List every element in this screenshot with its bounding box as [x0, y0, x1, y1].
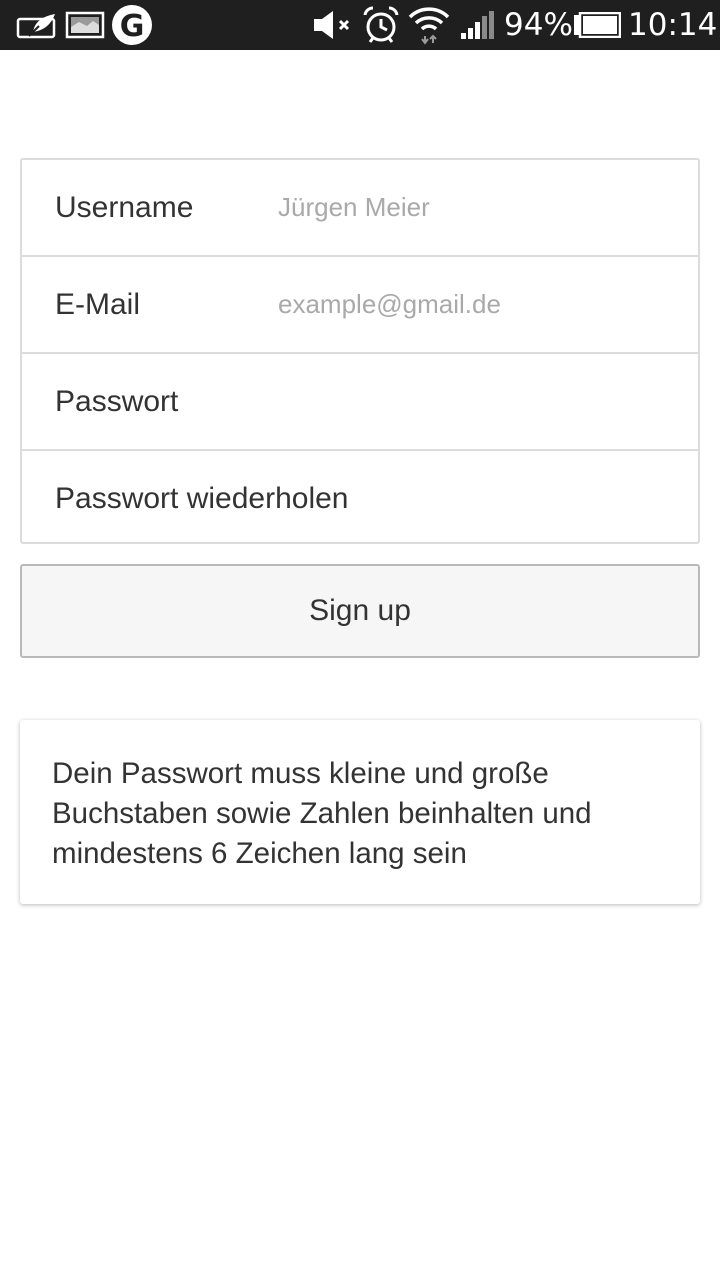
password-repeat-row: Passwort wiederholen — [22, 451, 698, 546]
email-label: E-Mail — [55, 288, 141, 321]
password-repeat-label: Passwort wiederholen — [55, 482, 349, 515]
alarm-icon — [360, 0, 402, 50]
signup-form: Username E-Mail Passwort Passwort wieder… — [20, 158, 700, 544]
mute-icon — [310, 0, 356, 50]
password-repeat-input[interactable] — [382, 473, 682, 523]
password-hint-card: Dein Passwort muss kleine und große Buch… — [20, 720, 700, 904]
image-notification-icon — [64, 0, 106, 50]
signup-button[interactable]: Sign up — [20, 564, 700, 658]
username-row: Username — [22, 160, 698, 257]
clock: 10:14 — [628, 7, 718, 43]
battery-icon — [572, 0, 622, 50]
email-input[interactable] — [278, 279, 678, 329]
status-bar: G 94% 10:14 — [0, 0, 720, 50]
signal-icon — [458, 0, 496, 50]
password-label: Passwort — [55, 385, 179, 418]
google-icon: G — [110, 0, 154, 50]
email-row: E-Mail — [22, 257, 698, 354]
wifi-icon — [406, 0, 452, 50]
password-row: Passwort — [22, 354, 698, 451]
leaf-notification-icon — [14, 0, 60, 50]
password-input[interactable] — [278, 376, 678, 426]
username-label: Username — [55, 191, 194, 224]
google-letter: G — [120, 9, 145, 44]
username-input[interactable] — [278, 182, 678, 232]
battery-percent: 94% — [504, 7, 573, 43]
password-hint-text: Dein Passwort muss kleine und große Buch… — [52, 757, 592, 870]
